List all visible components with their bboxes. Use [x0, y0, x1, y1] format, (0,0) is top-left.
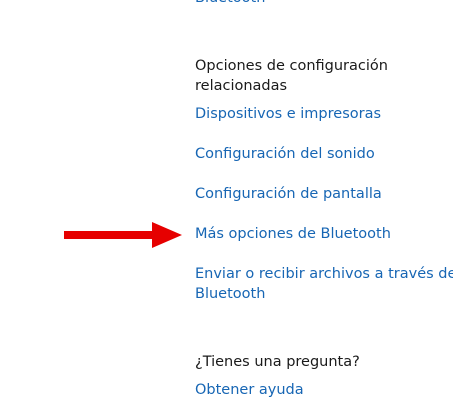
related-settings-panel: Bluetooth Opciones de configuración rela…	[195, 0, 453, 405]
red-arrow-shaft	[64, 231, 154, 239]
bluetooth-partial-link[interactable]: Bluetooth	[195, 0, 265, 8]
more-bluetooth-options-link[interactable]: Más opciones de Bluetooth	[195, 224, 391, 244]
devices-printers-link[interactable]: Dispositivos e impresoras	[195, 104, 381, 124]
related-settings-heading-line2: relacionadas	[195, 78, 288, 94]
red-arrow-head	[152, 222, 182, 248]
display-settings-link[interactable]: Configuración de pantalla	[195, 184, 382, 204]
related-settings-heading: Opciones de configuración relacionadas	[195, 56, 388, 96]
send-receive-files-link-line2: Bluetooth	[195, 286, 266, 302]
get-help-link[interactable]: Obtener ayuda	[195, 380, 304, 400]
red-arrow-icon	[64, 222, 182, 248]
send-receive-files-link-line1: Enviar o recibir archivos a través de	[195, 266, 453, 282]
related-settings-heading-line1: Opciones de configuración	[195, 58, 388, 74]
question-heading: ¿Tienes una pregunta?	[195, 354, 360, 370]
send-receive-files-link[interactable]: Enviar o recibir archivos a través de Bl…	[195, 264, 453, 304]
sound-settings-link[interactable]: Configuración del sonido	[195, 144, 375, 164]
